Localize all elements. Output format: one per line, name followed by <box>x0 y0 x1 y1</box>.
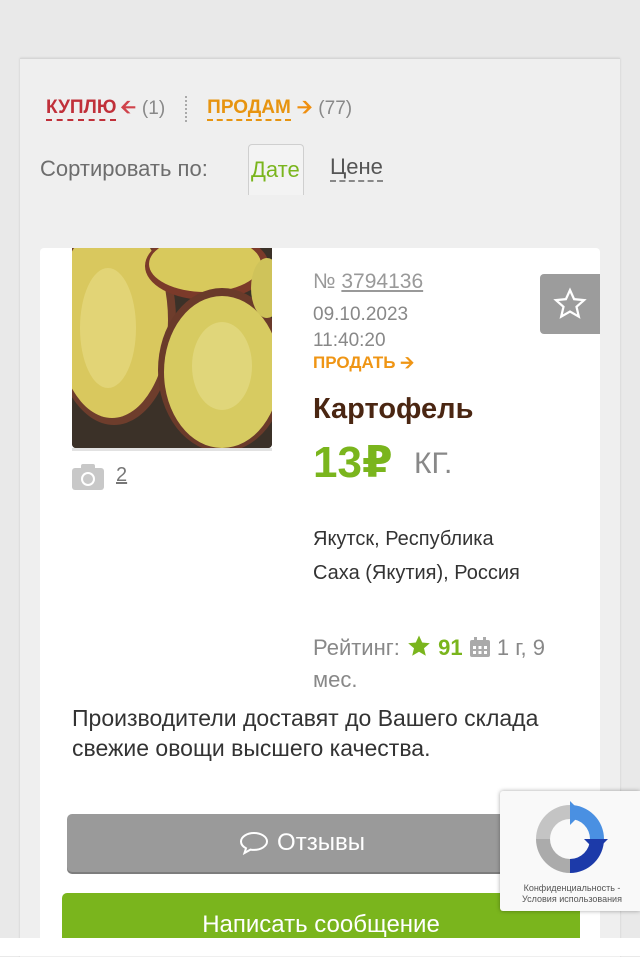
product-price: 13₽ <box>313 438 393 487</box>
product-photo[interactable] <box>72 248 272 448</box>
star-outline-icon <box>553 287 587 319</box>
arrow-right-icon: 🡪 <box>296 97 313 118</box>
rating-value: 91 <box>438 635 463 660</box>
photo-count-link[interactable]: 2 <box>116 464 127 487</box>
buy-count: (1) <box>141 98 166 119</box>
write-message-label: Написать сообщение <box>202 910 440 938</box>
listing-number-link[interactable]: 3794136 <box>341 270 423 293</box>
filter-row: КУПЛЮ 🡨 (1) ПРОДАМ 🡪 (77) <box>46 93 352 125</box>
recaptcha-logo-icon <box>536 801 608 873</box>
number-prefix: № <box>313 270 336 293</box>
comment-icon <box>240 831 269 855</box>
sort-label: Сортировать по: <box>40 156 208 181</box>
recaptcha-text: Конфиденциальность - Условия использован… <box>522 883 622 904</box>
sort-by-date-tab[interactable]: Дате <box>248 144 304 195</box>
buy-filter-link[interactable]: КУПЛЮ <box>46 97 117 121</box>
arrow-right-icon: 🡪 <box>400 353 415 372</box>
calendar-icon <box>469 637 490 657</box>
listing-date: 09.10.2023 <box>313 304 409 325</box>
arrow-left-icon: 🡨 <box>120 97 136 118</box>
potato-image <box>72 248 272 448</box>
price-unit: КГ. <box>414 447 453 480</box>
product-title: Картофель <box>313 393 474 425</box>
listing-number: № 3794136 <box>313 270 423 294</box>
sell-count: (77) <box>318 98 353 119</box>
reviews-label: Отзывы <box>277 829 365 856</box>
listing-type-label: ПРОДАТЬ <box>313 353 396 372</box>
listing-datetime: 09.10.2023 11:40:20 <box>313 302 408 354</box>
bottom-bar <box>0 938 640 956</box>
sort-by-price-link[interactable]: Цене <box>330 154 383 182</box>
product-description: Производители доставят до Вашего склада … <box>72 705 539 761</box>
favorite-button[interactable] <box>540 274 600 334</box>
reviews-button[interactable]: Отзывы <box>67 814 537 872</box>
listing-type: ПРОДАТЬ 🡪 <box>313 350 414 379</box>
product-location: Якутск, Республика Саха (Якутия), Россия <box>313 528 520 584</box>
photo-underline <box>72 448 272 451</box>
camera-icon <box>72 462 104 495</box>
divider <box>185 96 188 122</box>
sell-filter-link[interactable]: ПРОДАМ <box>207 97 291 121</box>
sort-by-date-label: Дате <box>251 157 300 182</box>
rating-row: Рейтинг: 91 1 г, 9 мес. <box>313 632 583 696</box>
rating-label: Рейтинг: <box>313 635 400 660</box>
recaptcha-badge[interactable]: Конфиденциальность - Условия использован… <box>500 791 640 911</box>
star-icon <box>408 635 430 656</box>
